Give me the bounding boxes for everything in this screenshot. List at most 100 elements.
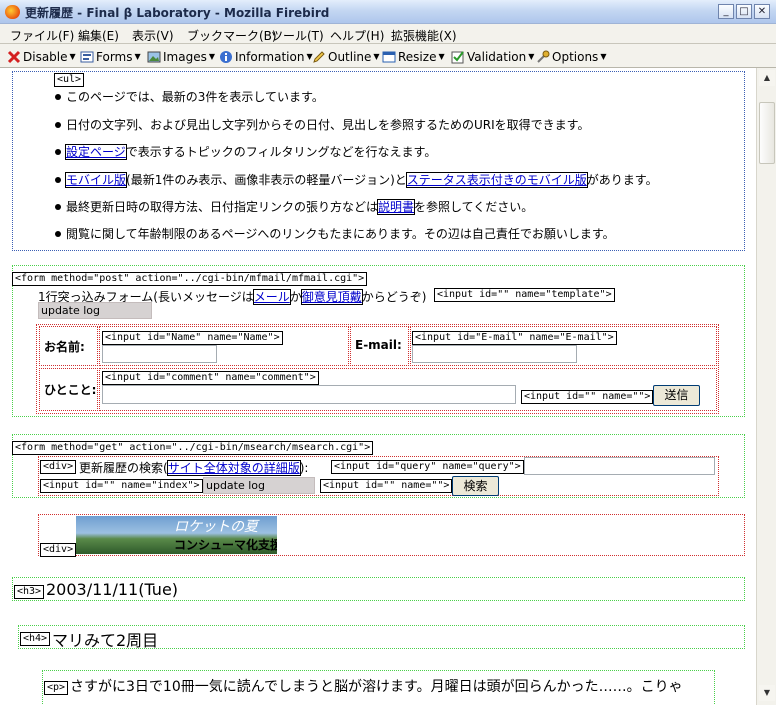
list-item: モバイル版(最新1件のみ表示、画像非表示の軽量バージョン)とステータス表示付きの…: [64, 171, 658, 188]
menu-extensions[interactable]: 拡張機能(X): [391, 27, 457, 44]
forms-label: Forms: [96, 49, 133, 64]
email-input[interactable]: [412, 345, 577, 363]
scroll-up-button[interactable]: ▲: [759, 70, 775, 86]
search-caption-text: ):: [299, 461, 309, 475]
input-empty-tag: <input id="" name="">: [320, 479, 453, 493]
outline-menu[interactable]: Outline ▼: [312, 48, 380, 65]
date-heading[interactable]: 2003/11/11(Tue): [46, 580, 178, 599]
mobile-version-link[interactable]: モバイル版: [64, 172, 128, 188]
form-post-tag: <form method="post" action="../cgi-bin/m…: [12, 272, 368, 286]
entry-heading[interactable]: マリみて2周目: [52, 627, 158, 651]
name-label: お名前:: [44, 340, 85, 354]
list-item-text: 最終更新日時の取得方法、日付指定リンクの張り方などは: [66, 200, 379, 214]
web-developer-toolbar: Disable ▼ Forms ▼ Images ▼ Information ▼ Out…: [0, 44, 776, 68]
input-email-tag: <input id="E-mail" name="E-mail">: [412, 331, 617, 345]
input-comment-tag: <input id="comment" name="comment">: [102, 371, 319, 385]
rocket-summer-banner[interactable]: ロケットの夏 コンシューマ化支援: [76, 516, 277, 554]
resize-label: Resize: [398, 49, 437, 64]
close-button[interactable]: ✕: [754, 4, 770, 19]
query-input[interactable]: [524, 457, 715, 475]
template-hidden-field: update log: [38, 302, 152, 319]
ul-tag: <ul>: [54, 73, 85, 87]
menu-edit[interactable]: 編集(E): [78, 27, 119, 44]
images-icon: [147, 51, 161, 62]
validation-menu[interactable]: Validation ▼: [451, 48, 534, 65]
form-get-tag: <form method="get" action="../cgi-bin/ms…: [12, 441, 374, 455]
form-intro-text: からどうぞ): [361, 290, 427, 304]
div-tag: <div>: [40, 460, 77, 474]
list-item-text: で表示するトピックのフィルタリングなどを行なえます。: [125, 145, 437, 159]
submit-button[interactable]: 送信: [653, 385, 700, 406]
information-menu[interactable]: Information ▼: [219, 48, 313, 65]
resize-icon: [382, 51, 396, 62]
images-menu[interactable]: Images ▼: [147, 48, 215, 65]
scroll-down-button[interactable]: ▼: [759, 685, 775, 701]
information-label: Information: [235, 49, 305, 64]
p-tag: <p>: [44, 681, 69, 695]
scroll-thumb[interactable]: [759, 102, 775, 164]
banner-title: ロケットの夏: [174, 519, 258, 535]
search-caption-text: 更新履歴の検索(: [79, 461, 168, 475]
list-item: 閲覧に関して年齢制限のあるページへのリンクもたまにあります。その辺は自己責任でお…: [66, 227, 615, 241]
mobile-status-version-link[interactable]: ステータス表示付きのモバイル版: [405, 172, 588, 188]
options-menu[interactable]: Options ▼: [536, 48, 606, 65]
forms-icon: [80, 51, 94, 62]
menu-file[interactable]: ファイル(F): [10, 27, 74, 44]
validation-label: Validation: [467, 49, 527, 64]
input-query-tag: <input id="query" name="query">: [331, 460, 524, 474]
banner-subtitle: コンシューマ化支援: [174, 538, 277, 552]
comment-input[interactable]: [102, 385, 516, 404]
resize-menu[interactable]: Resize ▼: [382, 48, 445, 65]
maximize-button[interactable]: □: [736, 4, 752, 19]
list-item-text: があります。: [586, 173, 658, 187]
list-bullet: [55, 149, 61, 155]
list-item: 最終更新日時の取得方法、日付指定リンクの張り方などは説明書を参照してください。: [66, 198, 533, 215]
list-item: このページでは、最新の3件を表示しています。: [66, 90, 324, 104]
browser-window: 更新履歴 - Final β Laboratory - Mozilla Fire…: [0, 0, 776, 705]
input-name-tag: <input id="Name" name="Name">: [102, 331, 283, 345]
validation-icon: [451, 50, 464, 63]
list-bullet: [55, 94, 61, 100]
input-empty-tag: <input id="" name="">: [521, 390, 654, 404]
list-item: 設定ページで表示するトピックのフィルタリングなどを行なえます。: [65, 143, 437, 160]
email-label: E-mail:: [355, 338, 402, 352]
form-intro-text: か: [289, 290, 302, 304]
input-index-tag: <input id="" name="index">: [40, 479, 203, 493]
site-search-link[interactable]: サイト全体対象の詳細版: [166, 460, 301, 476]
firebird-logo-icon: [5, 5, 20, 19]
search-caption: 更新履歴の検索(サイト全体対象の詳細版):: [79, 459, 308, 476]
h3-tag: <h3>: [14, 585, 45, 599]
menu-view[interactable]: 表示(V): [132, 27, 174, 44]
list-bullet: [55, 204, 61, 210]
vertical-scrollbar[interactable]: ▲ ▼: [756, 68, 776, 705]
list-bullet: [55, 231, 61, 237]
menu-tools[interactable]: ツール(T): [271, 27, 324, 44]
div-tag: <div>: [40, 543, 77, 557]
forms-menu[interactable]: Forms ▼: [80, 48, 141, 65]
name-input[interactable]: [102, 345, 217, 363]
list-item-text: (最新1件のみ表示、画像非表示の軽量バージョン)と: [126, 173, 407, 187]
list-item: 日付の文字列、および見出し文字列からその日付、見出しを参照するためのURIを取得…: [66, 118, 590, 132]
comment-label: ひとこと:: [44, 383, 97, 397]
mail-link[interactable]: メール: [252, 289, 291, 305]
information-icon: [220, 50, 232, 63]
index-hidden-field: update log: [203, 477, 315, 494]
menu-help[interactable]: ヘルプ(H): [330, 27, 384, 44]
list-bullet: [55, 177, 61, 183]
pencil-icon: [313, 50, 325, 63]
h4-tag: <h4>: [20, 632, 51, 646]
disable-label: Disable: [23, 49, 68, 64]
settings-page-link[interactable]: 設定ページ: [65, 144, 127, 160]
title-bar: 更新履歴 - Final β Laboratory - Mozilla Fire…: [0, 0, 776, 24]
outline-label: Outline: [328, 49, 372, 64]
manual-link[interactable]: 説明書: [377, 199, 416, 215]
entry-paragraph: さすがに3日で10冊一気に読んでしまうと脳が溶けます。月曜日は頭が回らんかった……: [70, 679, 683, 695]
options-icon: [537, 50, 550, 63]
menu-bookmarks[interactable]: ブックマーク(B): [187, 27, 277, 44]
opinion-link[interactable]: 御意見頂戴: [300, 289, 363, 305]
disable-menu[interactable]: Disable ▼: [7, 48, 76, 65]
search-button[interactable]: 検索: [452, 476, 499, 496]
minimize-button[interactable]: _: [718, 4, 734, 19]
images-label: Images: [163, 49, 207, 64]
options-label: Options: [552, 49, 599, 64]
